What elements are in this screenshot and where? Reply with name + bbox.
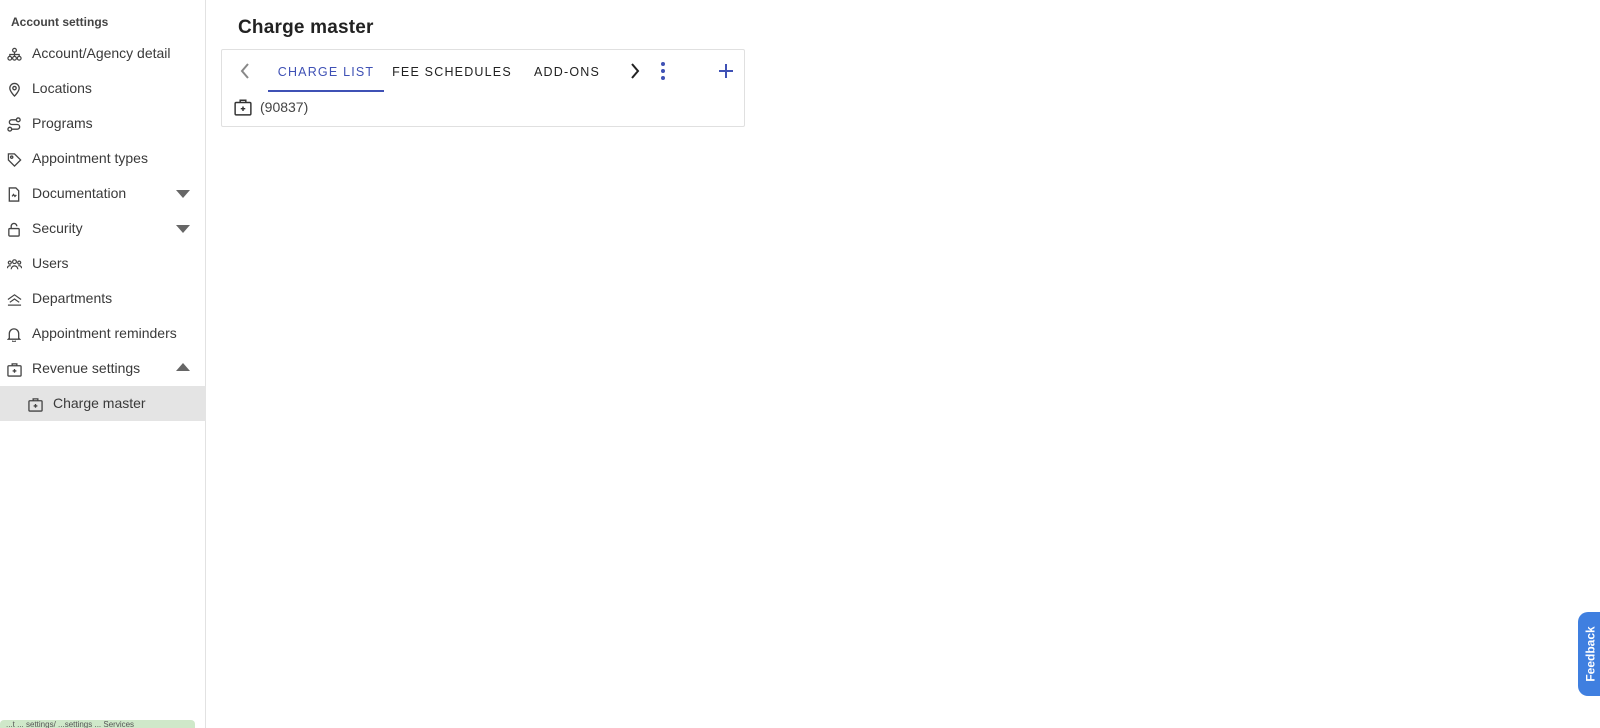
sidebar-subitem-charge-master[interactable]: Charge master [0, 386, 206, 421]
medical-briefcase-icon [6, 361, 22, 377]
sidebar-item-label: Charge master [53, 395, 146, 411]
feedback-label: Feedback [1584, 626, 1599, 682]
tab-charge-list[interactable]: CHARGE LIST [268, 50, 384, 93]
tab-scroll-left-icon[interactable] [235, 61, 255, 81]
sidebar-item-label: Documentation [32, 185, 127, 201]
expand-caret-icon[interactable] [176, 190, 190, 198]
sidebar-item-locations[interactable]: Locations [0, 71, 206, 106]
lock-icon [6, 221, 22, 237]
sidebar-heading: Account settings [11, 15, 109, 29]
tab-add-ons[interactable]: ADD-ONS [534, 50, 622, 93]
charge-code: (90837) [260, 99, 309, 115]
tag-icon [6, 151, 22, 167]
sidebar-item-users[interactable]: Users [0, 246, 206, 281]
sidebar-item-appointment-types[interactable]: Appointment types [0, 141, 206, 176]
medical-briefcase-icon [234, 98, 252, 116]
sidebar-item-label: Security [32, 220, 83, 236]
sidebar-item-label: Account/Agency detail [32, 45, 171, 61]
tab-label: FEE SCHEDULES [392, 64, 512, 79]
sidebar-item-documentation[interactable]: Documentation [0, 176, 206, 211]
medical-briefcase-icon [27, 396, 43, 412]
document-icon [6, 186, 22, 202]
departments-icon [6, 291, 22, 307]
sidebar-item-departments[interactable]: Departments [0, 281, 206, 316]
add-icon[interactable] [716, 61, 736, 81]
feedback-button[interactable]: Feedback [1578, 612, 1600, 696]
main-content: Charge master CHARGE LIST FEE SCHEDULES … [207, 0, 1600, 728]
route-icon [6, 116, 22, 132]
status-strip: ...t ... settings/ ...settings ... Servi… [0, 720, 195, 728]
sidebar-item-revenue-settings[interactable]: Revenue settings [0, 351, 206, 386]
page-title: Charge master [238, 17, 374, 38]
sidebar-item-label: Locations [32, 80, 92, 96]
tab-label: ADD-ONS [534, 64, 601, 79]
bell-icon [6, 326, 22, 342]
tab-scroll-right-icon[interactable] [625, 61, 645, 81]
list-item[interactable]: (90837) [234, 96, 308, 118]
sidebar-item-programs[interactable]: Programs [0, 106, 206, 141]
sidebar-item-label: Revenue settings [32, 360, 141, 376]
sidebar-nav: Account/Agency detail Locations Programs [0, 36, 206, 421]
hierarchy-icon [6, 46, 22, 62]
more-options-icon[interactable] [656, 60, 670, 82]
tab-bar: CHARGE LIST FEE SCHEDULES ADD-ONS [222, 50, 744, 93]
sidebar: Account settings Account/Agency detail L… [0, 0, 206, 728]
tab-fee-schedules[interactable]: FEE SCHEDULES [390, 50, 514, 93]
users-icon [6, 256, 22, 272]
tabs-viewport: CHARGE LIST FEE SCHEDULES ADD-ONS [268, 50, 622, 93]
sidebar-item-label: Departments [32, 290, 113, 306]
expand-caret-icon[interactable] [176, 225, 190, 233]
sidebar-item-label: Appointment types [32, 150, 148, 166]
sidebar-item-label: Programs [32, 115, 93, 131]
charge-master-card: CHARGE LIST FEE SCHEDULES ADD-ONS (90837… [221, 49, 745, 127]
sidebar-item-account-agency-detail[interactable]: Account/Agency detail [0, 36, 206, 71]
sidebar-item-security[interactable]: Security [0, 211, 206, 246]
collapse-caret-icon[interactable] [176, 363, 190, 371]
sidebar-item-label: Users [32, 255, 69, 271]
map-pin-icon [6, 81, 22, 97]
sidebar-item-label: Appointment reminders [32, 325, 177, 341]
sidebar-item-appointment-reminders[interactable]: Appointment reminders [0, 316, 206, 351]
tab-label: CHARGE LIST [277, 64, 375, 79]
